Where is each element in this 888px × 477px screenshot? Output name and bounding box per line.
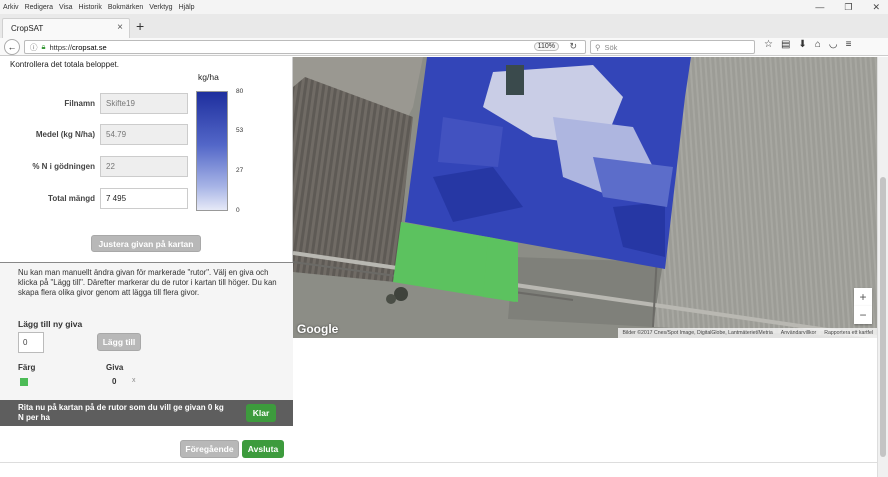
manual-help-text: Nu kan man manuellt ändra givan för mark… xyxy=(18,268,277,297)
new-tab-icon[interactable]: + xyxy=(136,18,144,34)
legend-color-scale xyxy=(196,91,228,211)
search-placeholder: Sök xyxy=(604,42,618,52)
field-parcel xyxy=(508,257,663,327)
footer-bar: Föregående Avsluta xyxy=(0,426,293,462)
lock-icon: 🔒︎ xyxy=(41,42,46,51)
pocket-icon[interactable]: ◡ xyxy=(829,39,838,50)
menu-verktyg[interactable]: Verktyg xyxy=(146,4,175,11)
tree-cluster xyxy=(386,294,396,304)
address-bar[interactable]: ⓘ 🔒︎ https://cropsat.se 110% ↻ xyxy=(24,40,586,54)
tab-title: CropSAT xyxy=(11,24,44,33)
total-amount-field[interactable]: 7 495 xyxy=(100,188,188,209)
menu-historik[interactable]: Historik xyxy=(75,4,104,11)
search-input[interactable]: ⚲ Sök xyxy=(590,40,755,54)
back-arrow-icon: ← xyxy=(7,42,17,52)
info-icon[interactable]: ⓘ xyxy=(30,42,38,53)
satellite-map[interactable] xyxy=(293,57,877,338)
finish-button[interactable]: Avsluta xyxy=(242,440,284,458)
left-panel: Kontrollera det totala beloppet. Filnamn… xyxy=(0,57,293,463)
mean-field: 54.79 xyxy=(100,124,188,145)
zoom-out-button[interactable]: − xyxy=(854,306,872,324)
close-window-icon[interactable]: ✕ xyxy=(872,2,880,13)
legend-title: kg/ha xyxy=(198,72,219,82)
tab-close-icon[interactable]: × xyxy=(117,22,123,33)
tab-cropsat[interactable]: CropSAT × xyxy=(2,18,130,38)
zoom-in-button[interactable]: + xyxy=(854,288,872,306)
table-row: 0 x xyxy=(18,375,138,389)
add-dose-title: Lägg till ny giva xyxy=(18,319,83,329)
done-button[interactable]: Klar xyxy=(246,404,276,422)
menu-icon[interactable]: ≡ xyxy=(846,39,852,50)
tree-cluster xyxy=(506,65,524,95)
intro-text: Kontrollera det totala beloppet. xyxy=(10,60,119,69)
delete-row-icon[interactable]: x xyxy=(132,377,136,384)
restore-icon[interactable]: ❐ xyxy=(844,2,852,13)
nav-bar: ← ⓘ 🔒︎ https://cropsat.se 110% ↻ ⚲ Sök ☆… xyxy=(0,38,888,56)
legend-tick: 0 xyxy=(236,207,240,214)
bottom-strip xyxy=(0,462,877,477)
zoom-level[interactable]: 110% xyxy=(533,42,559,51)
menu-hjalp[interactable]: Hjälp xyxy=(176,4,198,11)
tab-bar: CropSAT × + xyxy=(0,14,888,38)
dose-value: 0 xyxy=(112,377,117,386)
color-column-header: Färg xyxy=(18,363,36,372)
instruction-bar: Rita nu på kartan på de rutor som du vil… xyxy=(0,400,293,426)
filename-field: Skifte19 xyxy=(100,93,188,114)
toolbar-icons: ☆ ▤ ⬇ ⌂ ◡ ≡ xyxy=(764,39,851,50)
map-view[interactable]: + − Google Bilder ©2017 Cnes/Spot Image,… xyxy=(293,57,877,338)
zero-dose-zone xyxy=(483,237,518,302)
field-parcel xyxy=(653,57,877,338)
download-icon[interactable]: ⬇ xyxy=(798,39,806,50)
map-below-area xyxy=(293,338,877,477)
instruction-text: Rita nu på kartan på de rutor som du vil… xyxy=(18,403,224,422)
filename-label: Filnamn xyxy=(64,99,95,108)
report-link[interactable]: Rapportera ett kartfel xyxy=(824,330,873,336)
adjust-button[interactable]: Justera givan på kartan xyxy=(91,235,201,252)
add-button[interactable]: Lägg till xyxy=(97,333,141,351)
minimize-icon[interactable]: — xyxy=(815,2,824,12)
previous-button[interactable]: Föregående xyxy=(180,440,239,458)
clipboard-icon[interactable]: ▤ xyxy=(781,39,790,50)
scrollbar[interactable] xyxy=(877,57,888,477)
search-icon: ⚲ xyxy=(595,42,601,52)
menu-bar: Arkiv Redigera Visa Historik Bokmärken V… xyxy=(0,0,888,14)
color-swatch[interactable] xyxy=(20,378,28,386)
total-amount-label: Total mängd xyxy=(48,194,95,203)
home-icon[interactable]: ⌂ xyxy=(815,39,821,50)
star-icon[interactable]: ☆ xyxy=(764,39,773,50)
menu-redigera[interactable]: Redigera xyxy=(22,4,56,11)
menu-visa[interactable]: Visa xyxy=(56,4,76,11)
dose-input[interactable]: 0 xyxy=(18,332,44,353)
dose-column-header: Giva xyxy=(106,363,124,372)
url-text: https://cropsat.se xyxy=(50,43,107,52)
window-controls: — ❐ ✕ xyxy=(815,0,880,14)
nitrogen-percent-label: % N i gödningen xyxy=(32,162,95,171)
legend-tick: 80 xyxy=(236,88,244,95)
map-attribution: Bilder ©2017 Cnes/Spot Image, DigitalGlo… xyxy=(618,328,877,338)
legend-tick: 27 xyxy=(236,167,244,174)
reload-icon[interactable]: ↻ xyxy=(569,41,577,52)
legend-tick: 53 xyxy=(236,127,244,134)
mean-label: Medel (kg N/ha) xyxy=(35,130,95,139)
tree-cluster xyxy=(394,287,408,301)
attribution-text: Bilder ©2017 Cnes/Spot Image, DigitalGlo… xyxy=(622,330,773,336)
nitrogen-percent-field: 22 xyxy=(100,156,188,177)
terms-link[interactable]: Användarvillkor xyxy=(781,330,816,336)
menu-arkiv[interactable]: Arkiv xyxy=(0,4,22,11)
url-host: cropsat.se xyxy=(72,42,107,52)
google-logo: Google xyxy=(297,322,339,336)
back-button[interactable]: ← xyxy=(4,39,20,55)
menu-bokmarken[interactable]: Bokmärken xyxy=(105,4,146,11)
scroll-thumb[interactable] xyxy=(880,177,886,457)
url-prefix: https:// xyxy=(49,42,73,52)
